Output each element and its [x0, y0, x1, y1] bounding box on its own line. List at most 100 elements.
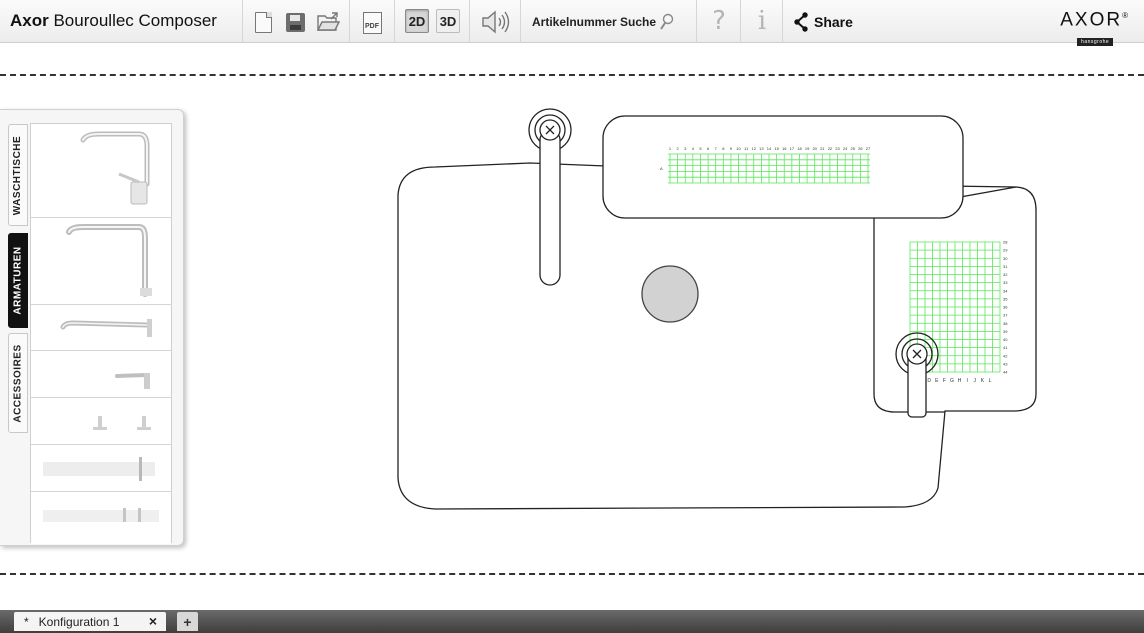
back-shelf-outline: [602, 115, 964, 219]
side-grid-row-label: 31: [1003, 264, 1008, 269]
drain-circle: [641, 265, 699, 323]
search-segment: Artikelnummer Suche: [521, 0, 697, 43]
axor-logo: AXOR® hansgrohe: [1060, 6, 1130, 48]
side-grid-col-label: H: [958, 378, 962, 384]
side-grid-col-label: K: [981, 378, 985, 384]
configuration-tab-label: Konfiguration 1: [38, 614, 120, 629]
help-segment: ?: [697, 0, 741, 43]
valve-handles-image: [93, 416, 151, 430]
small-mixer-image: [115, 373, 150, 389]
top-placement-grid: 1 2 3 4 5 6 7 8 9 10 11 12 13 14 15 16 17 18 19 20 21 22 23 24 2…: [660, 146, 871, 184]
side-grid-col-label: F: [943, 378, 946, 384]
faucet-top-left: [528, 108, 572, 286]
side-grid-col-label: B: [912, 378, 916, 384]
open-button[interactable]: [315, 9, 341, 35]
side-grid-row-label: 33: [1003, 280, 1008, 285]
side-grid-col-label: I: [967, 378, 968, 384]
workspace-bottom-boundary: [0, 573, 1144, 575]
tab-armaturen-label: ARMATUREN: [12, 246, 24, 315]
new-document-icon: [254, 11, 272, 33]
pdf-button[interactable]: PDF: [360, 10, 384, 35]
app-title: Axor Bouroullec Composer: [10, 11, 217, 31]
top-grid-col-label: 22: [828, 146, 833, 151]
shelf-faucet-image: [43, 457, 155, 481]
sound-button[interactable]: [480, 8, 512, 36]
file-segment: [243, 0, 350, 43]
open-folder-icon: [316, 12, 340, 31]
app-title-rest: Bouroullec Composer: [53, 11, 217, 30]
tab-waschtische[interactable]: WASCHTISCHE: [8, 124, 28, 226]
help-button[interactable]: ?: [705, 6, 733, 36]
info-segment: i: [741, 0, 783, 43]
side-grid-col-label: L: [989, 378, 992, 384]
top-grid-col-label: 7: [715, 146, 718, 151]
top-grid-col-label: 16: [782, 146, 787, 151]
article-search-label: Artikelnummer Suche: [532, 15, 657, 29]
faucet-side: [895, 332, 939, 418]
top-grid-col-label: 18: [797, 146, 802, 151]
shelf-valves-image: [43, 508, 159, 522]
side-grid-row-label: 35: [1003, 296, 1008, 301]
side-grid-col-label: G: [950, 378, 954, 384]
brand-name: AXOR®: [1060, 9, 1130, 31]
side-grid-row-label: 44: [1003, 370, 1008, 375]
close-tab-icon[interactable]: ×: [149, 613, 157, 629]
speaker-icon: [482, 10, 510, 34]
side-grid-row-label: 41: [1003, 345, 1008, 350]
save-button[interactable]: [283, 10, 307, 34]
top-grid-col-label: 27: [866, 146, 871, 151]
side-grid-row-label: 30: [1003, 256, 1008, 261]
view-2d-button[interactable]: 2D: [405, 9, 429, 33]
side-grid-row-label: 39: [1003, 329, 1008, 334]
tab-waschtische-label: WASCHTISCHE: [12, 135, 24, 215]
top-grid-col-label: 14: [767, 146, 772, 151]
save-icon: [285, 12, 305, 32]
product-thumb-2[interactable]: [31, 218, 171, 305]
app-title-brand: Axor: [10, 11, 49, 30]
side-grid-col-label: D: [927, 378, 931, 384]
product-thumb-1[interactable]: [31, 124, 171, 218]
side-placement-grid: 28 29 30 31 32 33 34 35 36 37 38 39 40 41 42 43 44 B C D E F G…: [909, 240, 1008, 384]
magnifier-icon: [660, 13, 674, 30]
top-grid-row-label: A: [660, 166, 663, 171]
tab-accessoires-label: ACCESSOIRES: [12, 343, 24, 423]
tab-armaturen[interactable]: ARMATUREN: [8, 233, 28, 328]
top-grid-col-label: 15: [774, 146, 779, 151]
share-button[interactable]: Share: [793, 10, 853, 34]
composer-app: Axor Bouroullec Composer PDF 2D 3D Artik…: [0, 0, 1144, 633]
top-grid-col-label: 12: [752, 146, 757, 151]
faucet-tall-image: [80, 131, 150, 205]
workspace-top-boundary: [0, 74, 1144, 76]
brand-tagline: hansgrohe: [1077, 38, 1114, 47]
side-grid-row-label: 36: [1003, 305, 1008, 310]
pdf-icon: PDF: [362, 11, 382, 34]
side-grid-row-label: 34: [1003, 288, 1008, 293]
tab-konfiguration-1[interactable]: * Konfiguration 1 ×: [14, 612, 166, 631]
top-grid-col-label: 3: [684, 146, 687, 151]
unsaved-indicator: *: [24, 614, 29, 629]
sound-segment: [470, 0, 521, 43]
view-segment: 2D 3D: [395, 0, 470, 43]
side-grid-row-label: 28: [1003, 240, 1008, 245]
top-grid-col-label: 4: [692, 146, 695, 151]
side-grid-col-label: J: [974, 378, 977, 384]
add-configuration-button[interactable]: +: [177, 612, 198, 631]
new-button[interactable]: [251, 10, 275, 34]
side-grid-row-label: 38: [1003, 321, 1008, 326]
view-3d-button[interactable]: 3D: [436, 9, 460, 33]
product-thumb-6[interactable]: [31, 445, 171, 492]
product-thumb-5[interactable]: [31, 398, 171, 445]
article-search-button[interactable]: Artikelnummer Suche: [532, 10, 675, 34]
top-grid-col-label: 23: [835, 146, 840, 151]
top-grid-col-label: 2: [676, 146, 679, 151]
product-thumb-4[interactable]: [31, 351, 171, 398]
info-button[interactable]: i: [749, 6, 775, 36]
product-thumb-3[interactable]: [31, 305, 171, 351]
help-icon: ?: [712, 6, 726, 36]
top-grid-col-label: 21: [820, 146, 825, 151]
top-toolbar: Axor Bouroullec Composer PDF 2D 3D Artik…: [0, 0, 1144, 47]
top-grid-col-label: 10: [736, 146, 741, 151]
tab-accessoires[interactable]: ACCESSOIRES: [8, 333, 28, 433]
side-grid-col-label: C: [920, 378, 924, 384]
product-thumb-7[interactable]: [31, 492, 171, 544]
